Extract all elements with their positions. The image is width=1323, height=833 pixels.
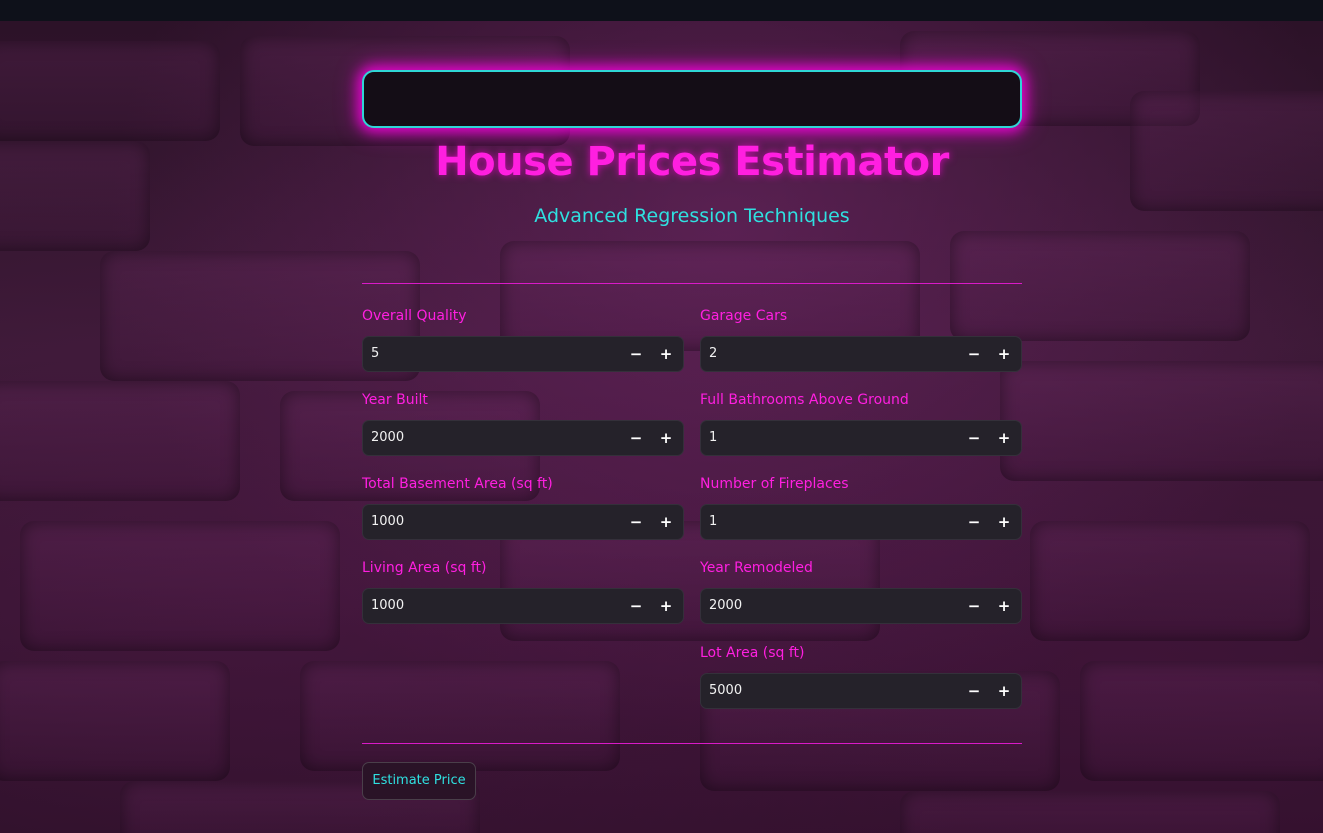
overall-quality-input[interactable]: 5 − +	[362, 336, 684, 372]
decrement-button[interactable]: −	[959, 421, 989, 455]
decrement-button[interactable]: −	[959, 674, 989, 708]
lot-area-input[interactable]: 5000 − +	[700, 673, 1022, 709]
field-full-bathrooms: Full Bathrooms Above Ground 1 − +	[700, 390, 1022, 456]
increment-button[interactable]: +	[651, 421, 681, 455]
top-divider	[362, 283, 1022, 284]
input-value[interactable]: 1	[709, 421, 717, 455]
field-label: Number of Fireplaces	[700, 476, 849, 492]
decrement-button[interactable]: −	[621, 505, 651, 539]
increment-button[interactable]: +	[651, 337, 681, 371]
increment-button[interactable]: +	[989, 674, 1019, 708]
field-year-remodeled: Year Remodeled 2000 − +	[700, 558, 1022, 624]
input-value[interactable]: 2000	[371, 421, 404, 455]
field-label: Garage Cars	[700, 308, 788, 324]
total-basement-area-input[interactable]: 1000 − +	[362, 504, 684, 540]
field-lot-area: Lot Area (sq ft) 5000 − +	[700, 643, 1022, 709]
field-label: Overall Quality	[362, 308, 467, 324]
garage-cars-input[interactable]: 2 − +	[700, 336, 1022, 372]
number-of-fireplaces-input[interactable]: 1 − +	[700, 504, 1022, 540]
increment-button[interactable]: +	[989, 421, 1019, 455]
field-label: Lot Area (sq ft)	[700, 645, 805, 661]
increment-button[interactable]: +	[989, 505, 1019, 539]
field-label: Total Basement Area (sq ft)	[362, 476, 553, 492]
page-title: House Prices Estimator	[435, 139, 949, 185]
decrement-button[interactable]: −	[959, 589, 989, 623]
full-bathrooms-input[interactable]: 1 − +	[700, 420, 1022, 456]
field-year-built: Year Built 2000 − +	[362, 390, 684, 456]
decrement-button[interactable]: −	[959, 337, 989, 371]
field-total-basement-area: Total Basement Area (sq ft) 1000 − +	[362, 474, 684, 540]
page-subtitle: Advanced Regression Techniques	[534, 205, 850, 227]
decrement-button[interactable]: −	[959, 505, 989, 539]
input-value[interactable]: 2	[709, 337, 717, 371]
living-area-input[interactable]: 1000 − +	[362, 588, 684, 624]
year-built-input[interactable]: 2000 − +	[362, 420, 684, 456]
field-label: Year Built	[362, 392, 428, 408]
input-value[interactable]: 5	[371, 337, 379, 371]
field-number-of-fireplaces: Number of Fireplaces 1 − +	[700, 474, 1022, 540]
input-value[interactable]: 1000	[371, 589, 404, 623]
main-content: House Prices Estimator Advanced Regressi…	[362, 21, 1022, 833]
bottom-divider	[362, 743, 1022, 744]
title-banner-box	[362, 70, 1022, 128]
field-overall-quality: Overall Quality 5 − +	[362, 306, 684, 372]
input-value[interactable]: 5000	[709, 674, 742, 708]
increment-button[interactable]: +	[989, 589, 1019, 623]
field-label: Living Area (sq ft)	[362, 560, 487, 576]
increment-button[interactable]: +	[651, 589, 681, 623]
input-value[interactable]: 1	[709, 505, 717, 539]
increment-button[interactable]: +	[989, 337, 1019, 371]
decrement-button[interactable]: −	[621, 337, 651, 371]
top-bar	[0, 0, 1323, 21]
field-living-area: Living Area (sq ft) 1000 − +	[362, 558, 684, 624]
input-value[interactable]: 2000	[709, 589, 742, 623]
decrement-button[interactable]: −	[621, 589, 651, 623]
increment-button[interactable]: +	[651, 505, 681, 539]
field-garage-cars: Garage Cars 2 − +	[700, 306, 1022, 372]
field-label: Year Remodeled	[700, 560, 813, 576]
input-value[interactable]: 1000	[371, 505, 404, 539]
estimate-price-button[interactable]: Estimate Price	[362, 762, 476, 800]
year-remodeled-input[interactable]: 2000 − +	[700, 588, 1022, 624]
decrement-button[interactable]: −	[621, 421, 651, 455]
field-label: Full Bathrooms Above Ground	[700, 392, 909, 408]
